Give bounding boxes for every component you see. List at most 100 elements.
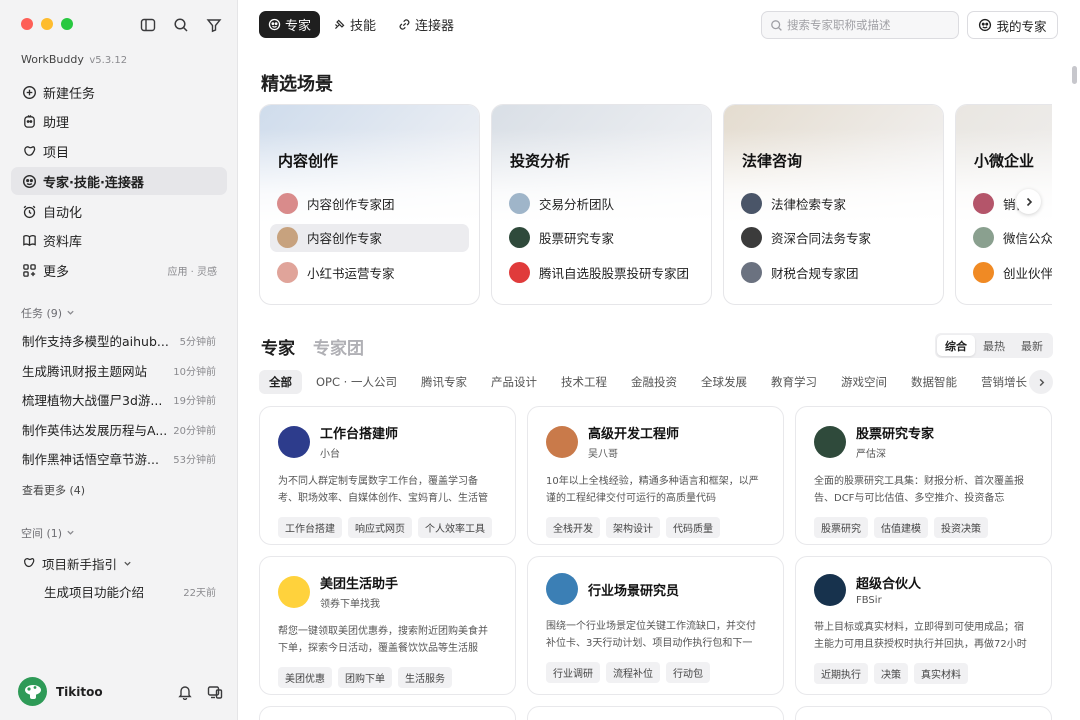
bell-icon[interactable] (177, 684, 193, 700)
chips-next-button[interactable] (1029, 370, 1053, 394)
tab-expert-teams[interactable]: 专家团 (313, 334, 364, 359)
task-name: 制作英伟达发展历程与A... (22, 422, 168, 438)
minimize-window-button[interactable] (41, 18, 53, 30)
task-time: 53分钟前 (173, 455, 216, 467)
chip-education[interactable]: 教育学习 (761, 370, 827, 394)
tasks-section-header[interactable]: 任务 (9) (21, 305, 75, 321)
spaces-section-header[interactable]: 空间 (1) (21, 525, 75, 541)
scenes-next-button[interactable] (1016, 189, 1041, 214)
featured-scenes: 内容创作 内容创作专家团 内容创作专家 小红书运营专家 投资分析 交易分析团队 … (259, 104, 1052, 306)
expert-tag: 架构设计 (606, 517, 660, 538)
close-window-button[interactable] (21, 18, 33, 30)
scene-card[interactable]: 法律咨询 法律检索专家 资深合同法务专家 财税合规专家团 (723, 104, 944, 305)
sort-overall[interactable]: 综合 (937, 335, 975, 356)
scene-expert-item[interactable]: 交易分析团队 (502, 189, 701, 217)
expert-tag: 代码质量 (666, 517, 720, 538)
nav-library[interactable]: 资料库 (11, 227, 227, 255)
view-more-tasks-link[interactable]: 查看更多 (4) (22, 482, 85, 498)
expert-card[interactable]: 工作台搭建师 小台 为不同人群定制专属数字工作台，覆盖学习备考、职场效率、自媒体创… (259, 406, 516, 545)
avatar[interactable] (18, 677, 47, 706)
nav-assistant[interactable]: 助理 (11, 108, 227, 136)
filter-icon[interactable] (204, 15, 223, 34)
space-group-row[interactable]: 项目新手指引 (11, 549, 227, 577)
tab-experts-list[interactable]: 专家 (261, 334, 295, 359)
tab-label: 专家 (285, 19, 312, 34)
chip-gaming[interactable]: 游戏空间 (831, 370, 897, 394)
nav-new-task[interactable]: 新建任务 (11, 78, 227, 106)
tab-label: 技能 (350, 19, 377, 34)
nav-automation[interactable]: 自动化 (11, 197, 227, 225)
zoom-window-button[interactable] (61, 18, 73, 30)
scene-expert-item[interactable]: 法律检索专家 (734, 189, 933, 217)
expert-card[interactable] (259, 706, 516, 720)
device-icon[interactable] (207, 684, 223, 700)
scene-expert-item[interactable]: 创业伙伴 (966, 258, 1052, 286)
expert-card[interactable] (527, 706, 784, 720)
task-item[interactable]: 制作英伟达发展历程与A... 20分钟前 (11, 415, 227, 445)
my-experts-button[interactable]: 我的专家 (967, 11, 1058, 39)
tab-connectors[interactable]: 连接器 (389, 11, 463, 38)
expert-search[interactable] (761, 11, 959, 39)
scene-expert-item[interactable]: 股票研究专家 (502, 224, 701, 252)
expert-card[interactable] (795, 706, 1052, 720)
task-item[interactable]: 梳理植物大战僵尸3d游... 19分钟前 (11, 385, 227, 415)
task-time: 5分钟前 (179, 337, 216, 349)
expert-card[interactable]: 行业场景研究员 围绕一个行业场景定位关键工作流缺口，并交付补位卡、3天行动计划、… (527, 556, 784, 695)
nav-label: 新建任务 (43, 86, 96, 102)
space-item-name: 生成项目功能介绍 (44, 584, 145, 600)
space-item[interactable]: 生成项目功能介绍 22天前 (11, 577, 227, 605)
chip-tencent[interactable]: 腾讯专家 (411, 370, 477, 394)
sort-newest[interactable]: 最新 (1013, 335, 1051, 356)
scene-expert-item[interactable]: 微信公众号 (966, 224, 1052, 252)
expert-description: 带上目标或真实材料，立即得到可使用成品；宿主能力可用且获授权时执行并回执，再做7… (814, 622, 1027, 650)
space-group-name: 项目新手指引 (42, 556, 118, 572)
search-input[interactable] (787, 18, 947, 32)
chip-global[interactable]: 全球发展 (691, 370, 757, 394)
tab-experts[interactable]: 专家 (259, 11, 321, 38)
task-item[interactable]: 制作黑神话悟空章节游... 53分钟前 (11, 444, 227, 474)
chevron-down-icon (66, 527, 75, 540)
user-name[interactable]: Tikitoo (56, 685, 103, 699)
sidebar-toggle-icon[interactable] (138, 15, 157, 34)
chip-product-design[interactable]: 产品设计 (481, 370, 547, 394)
expert-card[interactable]: 超级合伙人 FBSir 带上目标或真实材料，立即得到可使用成品；宿主能力可用且获授… (795, 556, 1052, 695)
expert-card[interactable]: 美团生活助手 领券下单找我 帮您一键领取美团优惠券，搜索附近团购美食并下单，探索今… (259, 556, 516, 695)
tab-skills[interactable]: 技能 (324, 11, 385, 38)
expert-author: 吴八哥 (588, 449, 618, 460)
scene-title: 小微企业 (974, 152, 1035, 170)
chip-finance[interactable]: 金融投资 (621, 370, 687, 394)
scene-expert-item[interactable]: 内容创作专家 (270, 223, 469, 252)
scene-expert-item[interactable]: 小红书运营专家 (270, 258, 469, 286)
nav-label: 更多 (43, 265, 70, 281)
scene-expert-item[interactable]: 资深合同法务专家 (734, 224, 933, 252)
sort-hottest[interactable]: 最热 (975, 335, 1013, 356)
scene-expert-label: 腾讯自选股股票投研专家团 (539, 265, 690, 281)
expert-author: 小台 (320, 449, 340, 460)
chip-all[interactable]: 全部 (259, 370, 302, 394)
scene-expert-item[interactable]: 腾讯自选股股票投研专家团 (502, 258, 701, 286)
space-list: 项目新手指引 生成项目功能介绍 22天前 (11, 549, 227, 605)
avatar (814, 573, 846, 606)
expert-card[interactable]: 高级开发工程师 吴八哥 10年以上全栈经验，精通多种语言和框架，以严谨的工程纪律交… (527, 406, 784, 545)
chip-data[interactable]: 数据智能 (901, 370, 967, 394)
scrollbar[interactable] (1072, 66, 1077, 84)
nav-more[interactable]: 更多 应用 · 灵感 (11, 257, 227, 285)
sort-switch: 综合 最热 最新 (935, 333, 1053, 358)
task-item[interactable]: 制作支持多模型的aihub... 5分钟前 (11, 326, 227, 356)
scene-card[interactable]: 投资分析 交易分析团队 股票研究专家 腾讯自选股股票投研专家团 (491, 104, 712, 305)
chip-engineering[interactable]: 技术工程 (551, 370, 617, 394)
chip-opc[interactable]: OPC · 一人公司 (306, 370, 407, 394)
nav-experts[interactable]: 专家·技能·连接器 (11, 167, 227, 196)
nav-project[interactable]: 项目 (11, 138, 227, 166)
scene-card[interactable]: 内容创作 内容创作专家团 内容创作专家 小红书运营专家 (259, 104, 480, 305)
task-name: 梳理植物大战僵尸3d游... (22, 393, 163, 409)
task-item[interactable]: 生成腾讯财报主题网站 10分钟前 (11, 356, 227, 386)
expert-tag: 团购下单 (338, 667, 392, 688)
search-icon[interactable] (171, 15, 190, 34)
avatar (509, 227, 530, 249)
chip-marketing[interactable]: 营销增长 (971, 370, 1037, 394)
scene-expert-item[interactable]: 财税合规专家团 (734, 258, 933, 286)
user-bar: Tikitoo (18, 677, 223, 706)
scene-expert-item[interactable]: 内容创作专家团 (270, 189, 469, 217)
expert-card[interactable]: 股票研究专家 严估深 全面的股票研究工具集：财报分析、首次覆盖报告、DCF与可比估… (795, 406, 1052, 545)
